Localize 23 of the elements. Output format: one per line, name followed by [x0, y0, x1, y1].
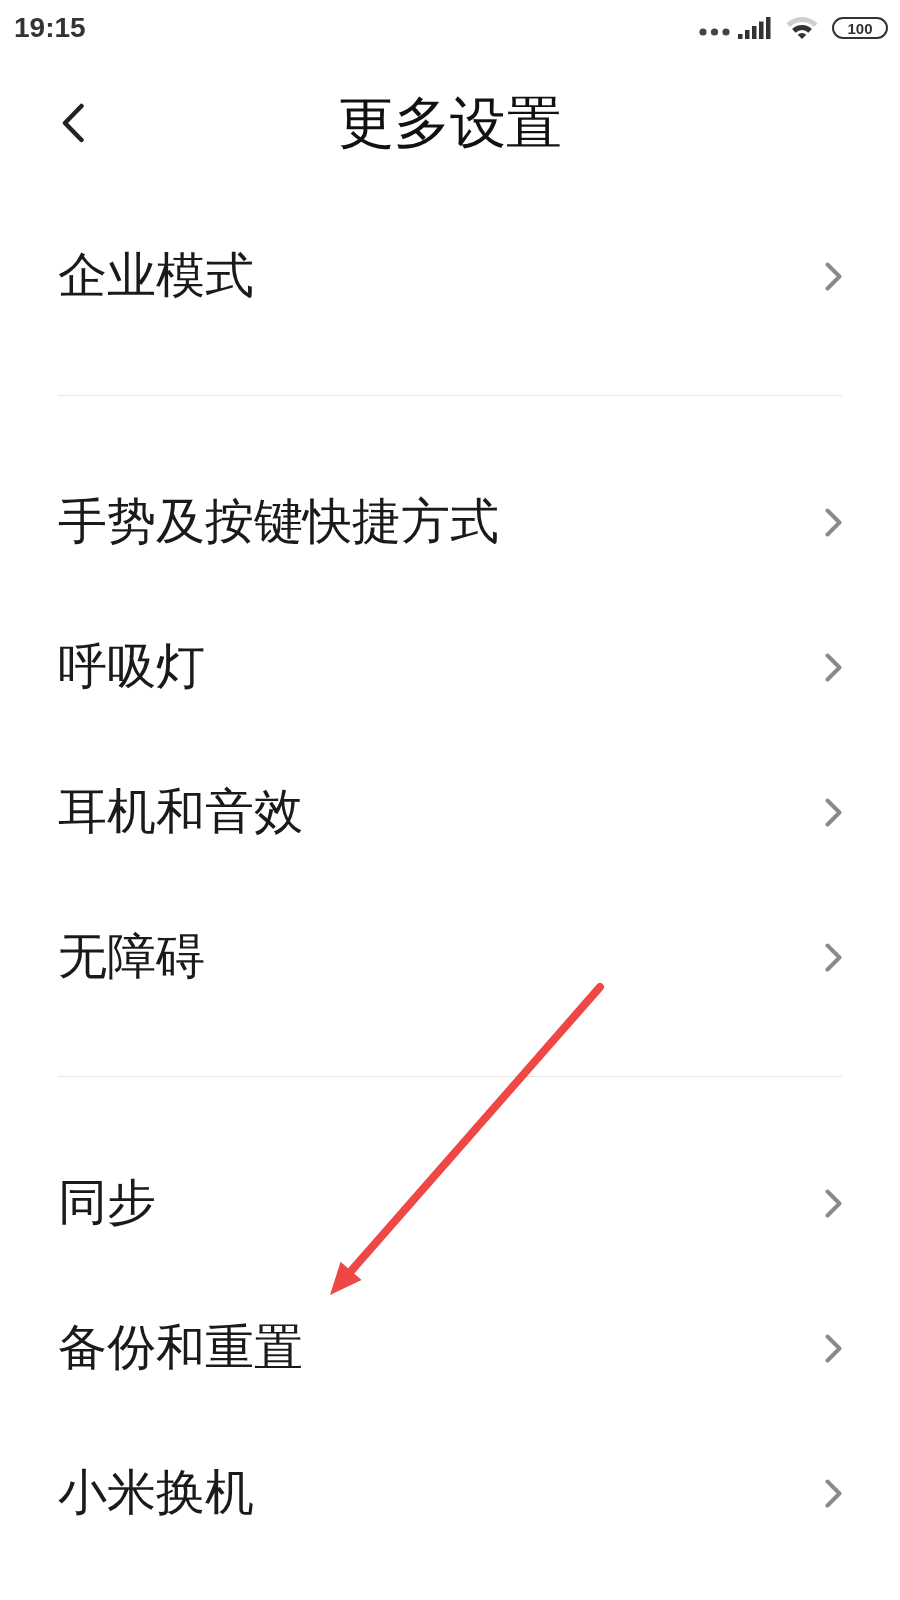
signal-icon — [738, 17, 771, 39]
settings-item[interactable]: 手势及按键快捷方式 — [58, 450, 842, 595]
chevron-right-icon — [825, 1189, 842, 1218]
settings-item[interactable]: 同步 — [58, 1131, 842, 1276]
chevron-right-icon — [825, 653, 842, 682]
page-title: 更多设置 — [338, 89, 562, 157]
chevron-right-icon — [825, 508, 842, 537]
settings-item[interactable]: 呼吸灯 — [58, 595, 842, 740]
chevron-right-icon — [825, 262, 842, 291]
settings-item[interactable]: 无障碍 — [58, 885, 842, 1030]
chevron-right-icon — [825, 1334, 842, 1363]
chevron-right-icon — [825, 798, 842, 827]
chevron-right-icon — [825, 1479, 842, 1508]
status-time: 19:15 — [14, 14, 86, 42]
settings-item[interactable]: 备份和重置 — [58, 1276, 842, 1421]
settings-item[interactable]: 耳机和音效 — [58, 740, 842, 885]
back-chevron-icon — [61, 103, 85, 143]
wifi-icon — [786, 17, 818, 39]
settings-item[interactable]: 企业模式 — [58, 204, 842, 349]
settings-item[interactable]: 小米换机 — [58, 1421, 842, 1566]
chevron-right-icon — [825, 943, 842, 972]
battery-indicator: 100 — [832, 17, 888, 39]
more-dots-icon — [699, 27, 730, 36]
